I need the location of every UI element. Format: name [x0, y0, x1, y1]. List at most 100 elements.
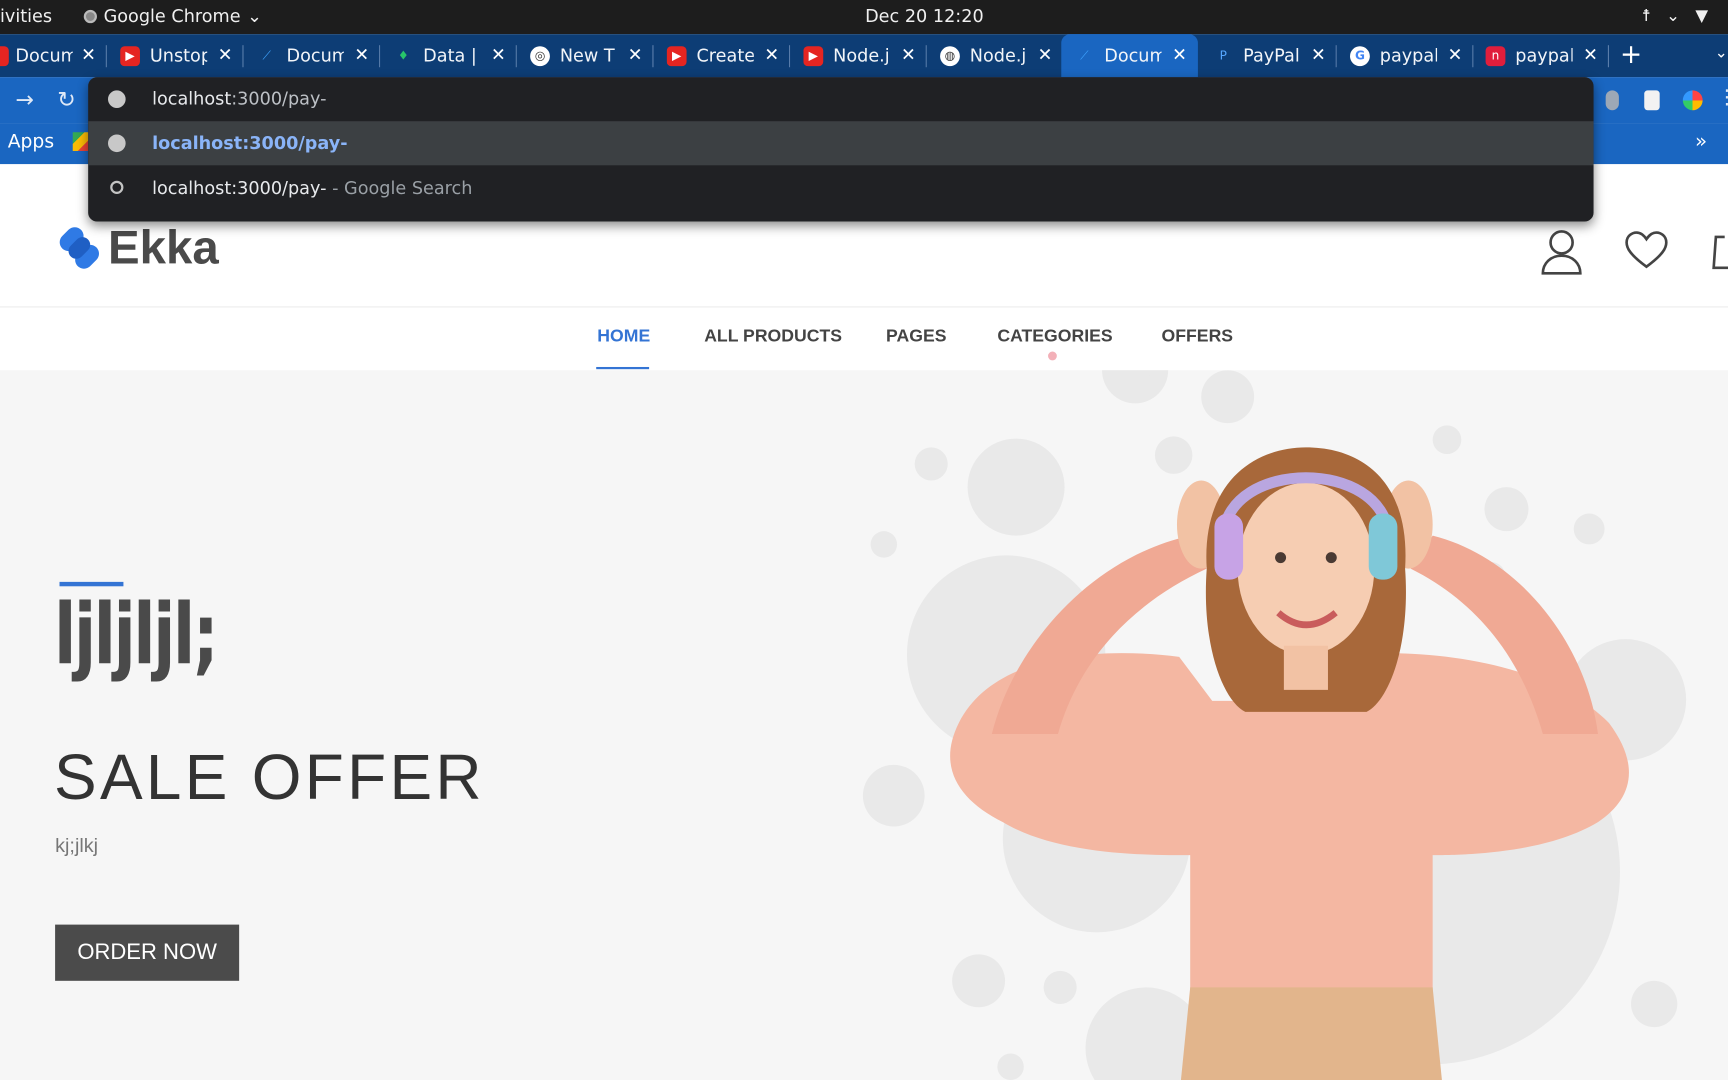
tab-separator — [515, 45, 517, 68]
youtube-icon: ▶ — [666, 45, 687, 66]
close-tab-icon[interactable]: ✕ — [81, 44, 96, 65]
tab[interactable]: ◎ New T ✕ — [530, 34, 654, 77]
tab[interactable]: ⟋ Docum ✕ — [257, 34, 381, 77]
tab-title: PayPal — [1243, 45, 1300, 67]
active-nav-underline — [596, 366, 650, 370]
docs-icon — [0, 45, 9, 66]
close-tab-icon[interactable]: ✕ — [628, 44, 643, 65]
tab[interactable]: P PayPal ✕ — [1213, 34, 1337, 77]
nav-categories[interactable]: CATEGORIES — [997, 327, 1112, 347]
tab-title: Node.j — [833, 45, 890, 67]
tab-title: paypal — [1515, 45, 1573, 67]
tab-separator — [1472, 45, 1474, 68]
apps-shortcut[interactable]: Apps — [8, 131, 54, 153]
hero-title: ljljljl; — [53, 585, 219, 684]
tab[interactable]: ▶ Unstop ✕ — [120, 34, 244, 77]
tab[interactable]: Docum ✕ — [0, 34, 107, 77]
forward-arrow-icon[interactable]: → — [15, 86, 33, 112]
tab-separator — [242, 45, 244, 68]
decor-bubble — [862, 764, 925, 827]
brand-logo[interactable]: Ekka — [54, 222, 219, 276]
tab[interactable]: ▶ Node.j ✕ — [803, 34, 927, 77]
hero-model-image — [950, 447, 1629, 1080]
close-tab-icon[interactable]: ✕ — [1448, 44, 1463, 65]
tab-title: paypal — [1379, 45, 1438, 67]
globe-icon — [107, 134, 126, 153]
mongodb-icon: ♦ — [397, 48, 409, 63]
close-tab-icon[interactable]: ✕ — [1583, 44, 1598, 65]
reload-icon[interactable]: ↻ — [57, 86, 75, 112]
google-icon: G — [1349, 45, 1370, 66]
omnibox-dropdown: localhost:3000/pay- localhost:3000/pay- … — [88, 77, 1594, 222]
logo-mark-icon — [59, 226, 99, 269]
categories-indicator-dot — [1048, 351, 1057, 361]
nav-offers[interactable]: OFFERS — [1162, 327, 1234, 347]
app-menu[interactable]: Google Chrome ⌄ — [83, 5, 262, 27]
new-tab-button[interactable]: + — [1620, 39, 1642, 70]
main-nav: HOME ALL PRODUCTS PAGES CATEGORIES OFFER… — [0, 307, 1728, 371]
tab-active[interactable]: ⟋ Docum ✕ — [1061, 34, 1198, 78]
wishlist-heart-icon[interactable] — [1624, 230, 1668, 270]
address-host: localhost — [152, 88, 232, 110]
search-suffix: - Google Search — [326, 177, 473, 199]
tab-title: Docum — [15, 45, 73, 67]
brand-name: Ekka — [107, 221, 219, 275]
suggestion-text: localhost:3000/pay- — [152, 132, 348, 154]
tab[interactable]: n paypal ✕ — [1485, 34, 1609, 77]
order-now-button[interactable]: ORDER NOW — [55, 924, 240, 981]
close-tab-icon[interactable]: ✕ — [764, 44, 779, 65]
tab[interactable]: ▶ Create ✕ — [666, 34, 791, 77]
close-tab-icon[interactable]: ✕ — [354, 44, 369, 65]
activities-button[interactable]: ivities — [0, 6, 52, 27]
chrome-icon: ◎ — [530, 45, 550, 66]
menu-icon[interactable]: ⋮ — [1717, 86, 1728, 109]
color-picker-extension-icon[interactable] — [1682, 90, 1703, 111]
youtube-icon: ▶ — [803, 45, 824, 66]
nav-pages[interactable]: PAGES — [886, 327, 946, 347]
npm-icon: n — [1485, 45, 1506, 66]
clock[interactable]: Dec 20 12:20 — [865, 6, 984, 27]
close-tab-icon[interactable]: ✕ — [218, 44, 233, 65]
close-tab-icon[interactable]: ✕ — [1311, 44, 1326, 65]
bookmarks-overflow[interactable]: » — [1695, 130, 1707, 153]
tab[interactable]: ◍ Node.j ✕ — [940, 34, 1063, 77]
tab-search-chevron-icon[interactable]: ⌄ — [1715, 44, 1728, 62]
network-icon[interactable]: ▼ — [1695, 6, 1708, 26]
chevron-down-icon[interactable]: ⌄ — [1666, 6, 1680, 26]
search-query: localhost:3000/pay- — [152, 177, 327, 199]
tab-separator — [925, 45, 927, 68]
system-tray[interactable]: ☨ ⌄ ▼ — [1642, 6, 1708, 26]
accessibility-icon[interactable]: ☨ — [1642, 6, 1651, 26]
tab-title: Create — [696, 45, 754, 67]
nav-home[interactable]: HOME — [597, 327, 650, 347]
globe-icon: ◍ — [940, 45, 960, 66]
decor-bubble — [870, 531, 898, 558]
close-tab-icon[interactable]: ✕ — [1172, 44, 1187, 65]
close-tab-icon[interactable]: ✕ — [901, 44, 916, 65]
tab-strip: Docum ✕ ▶ Unstop ✕ ⟋ Docum ✕ ♦ Data | ✕ … — [0, 34, 1728, 78]
close-tab-icon[interactable]: ✕ — [491, 44, 506, 65]
docs-icon: ⟋ — [1080, 47, 1089, 63]
address-input[interactable]: localhost:3000/pay- — [88, 77, 1593, 121]
screen: ivities Google Chrome ⌄ Dec 20 12:20 ☨ ⌄… — [0, 0, 1728, 1080]
omnibox-suggestion-url[interactable]: localhost:3000/pay- — [88, 121, 1594, 166]
app-name: Google Chrome — [103, 5, 241, 27]
address-input-text[interactable]: localhost:3000/pay- — [152, 88, 326, 109]
tab-separator — [379, 45, 381, 68]
close-tab-icon[interactable]: ✕ — [1038, 44, 1053, 65]
extension-icon[interactable] — [1605, 90, 1619, 111]
suggestion-text: localhost:3000/pay- - Google Search — [152, 177, 472, 198]
extension-icon[interactable] — [1644, 90, 1660, 111]
tab[interactable]: ♦ Data | ✕ — [393, 34, 517, 77]
nav-all-products[interactable]: ALL PRODUCTS — [704, 327, 842, 347]
user-account-icon[interactable] — [1540, 228, 1584, 276]
cart-bag-icon[interactable] — [1711, 226, 1728, 270]
decor-bubble — [1140, 375, 1161, 396]
tab[interactable]: G paypal ✕ — [1349, 34, 1474, 77]
tab-title: Docum — [1104, 45, 1162, 67]
tab-separator — [1607, 45, 1609, 68]
hero-banner: ljljljl; SALE OFFER kj;jlkj ORDER NOW — [0, 370, 1728, 1080]
docs-icon: ⟋ — [262, 47, 271, 63]
omnibox-suggestion-search[interactable]: localhost:3000/pay- - Google Search — [88, 166, 1593, 210]
tab-title: Data | — [423, 45, 477, 67]
